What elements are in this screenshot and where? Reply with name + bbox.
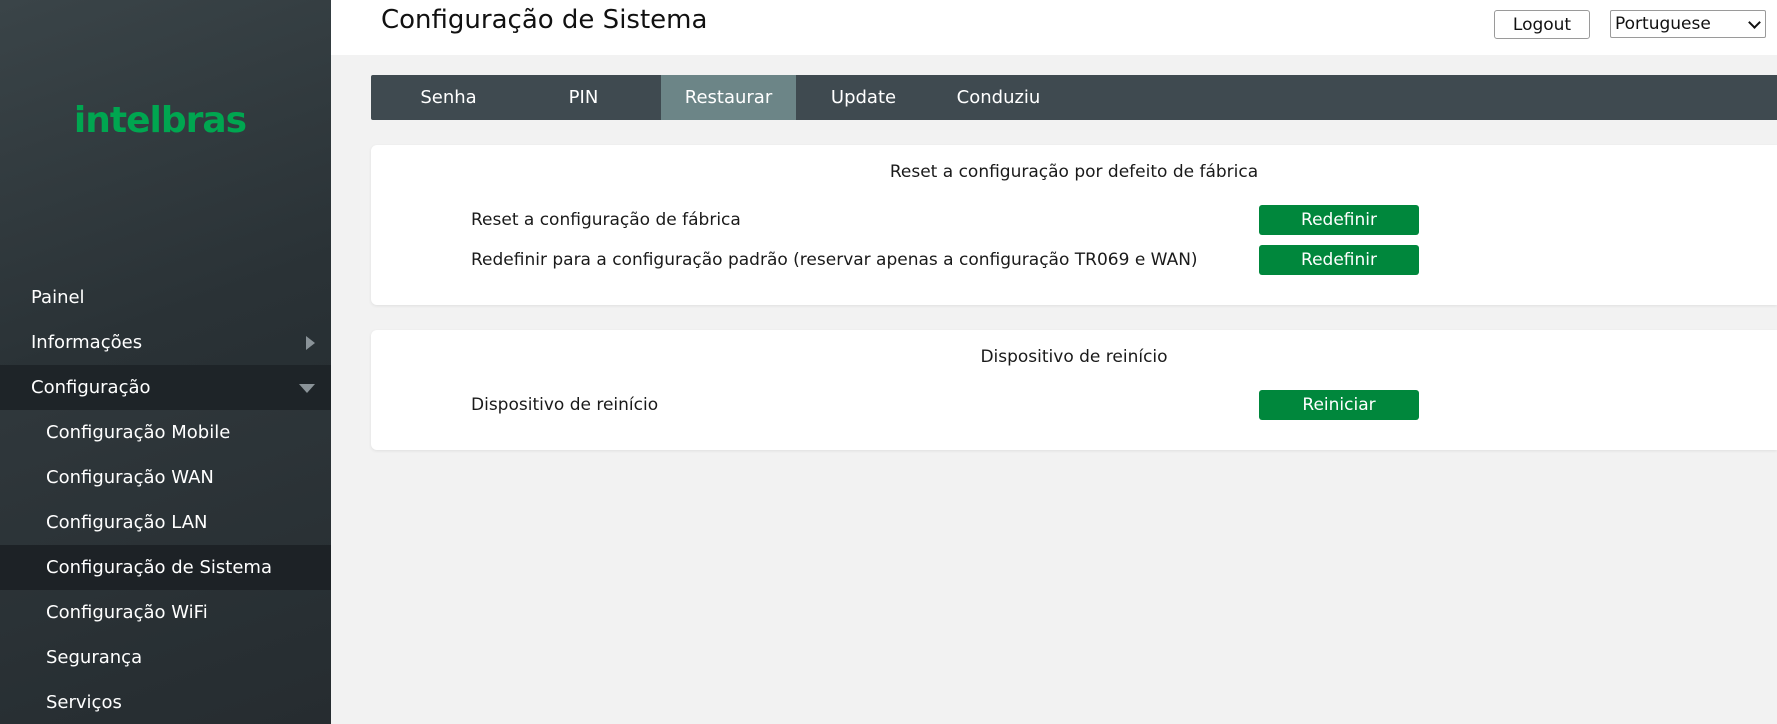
sidebar-item-label: Configuração (31, 377, 151, 398)
chevron-right-icon (306, 336, 315, 350)
sidebar-subitem-sistema[interactable]: Configuração de Sistema (0, 545, 331, 590)
sidebar-item-label: Informações (31, 332, 143, 353)
reboot-card: Dispositivo de reinício Dispositivo de r… (371, 330, 1777, 450)
language-selected-value: Portuguese (1615, 14, 1711, 34)
default-reset-button[interactable]: Redefinir (1259, 245, 1419, 275)
sidebar-subitem-mobile[interactable]: Configuração Mobile (0, 410, 331, 455)
sidebar-subitem-wan[interactable]: Configuração WAN (0, 455, 331, 500)
factory-reset-label: Reset a configuração de fábrica (471, 210, 741, 230)
reboot-button[interactable]: Reiniciar (1259, 390, 1419, 420)
chevron-down-icon (299, 384, 315, 393)
sidebar-subitem-label: Segurança (46, 647, 143, 668)
tab-pin[interactable]: PIN (516, 75, 651, 120)
sidebar-subitem-servicos[interactable]: Serviços (0, 680, 331, 724)
sidebar: intelbras Painel Informações Configuraçã… (0, 0, 331, 724)
sidebar-subitem-lan[interactable]: Configuração LAN (0, 500, 331, 545)
sidebar-subitem-label: Serviços (46, 692, 122, 713)
top-header: Configuração de Sistema Logout Portugues… (331, 0, 1777, 55)
chevron-down-icon (1748, 16, 1761, 29)
sidebar-subitem-label: Configuração LAN (46, 512, 208, 533)
sidebar-subitem-label: Configuração Mobile (46, 422, 231, 443)
sidebar-subitem-label: Configuração de Sistema (46, 557, 272, 578)
sidebar-subitem-seguranca[interactable]: Segurança (0, 635, 331, 680)
sidebar-nav: Painel Informações Configuração Configur… (0, 275, 331, 724)
factory-reset-button[interactable]: Redefinir (1259, 205, 1419, 235)
brand-logo: intelbras (73, 100, 247, 141)
sidebar-item-painel[interactable]: Painel (0, 275, 331, 320)
language-select[interactable]: Portuguese (1610, 10, 1766, 38)
tab-senha[interactable]: Senha (381, 75, 516, 120)
page-title: Configuração de Sistema (381, 5, 708, 35)
sidebar-subitem-label: Configuração WAN (46, 467, 214, 488)
tab-conduziu[interactable]: Conduziu (931, 75, 1066, 120)
tab-restaurar[interactable]: Restaurar (661, 75, 796, 120)
sidebar-item-configuracao[interactable]: Configuração (0, 365, 331, 410)
factory-reset-card: Reset a configuração por defeito de fábr… (371, 145, 1777, 305)
reboot-label: Dispositivo de reinício (471, 395, 659, 415)
sidebar-subitem-label: Configuração WiFi (46, 602, 208, 623)
card-title: Dispositivo de reinício (980, 347, 1168, 367)
card-title: Reset a configuração por defeito de fábr… (889, 162, 1259, 182)
logout-button[interactable]: Logout (1494, 10, 1590, 39)
sidebar-subitem-wifi[interactable]: Configuração WiFi (0, 590, 331, 635)
sidebar-item-label: Painel (31, 287, 85, 308)
sidebar-item-informacoes[interactable]: Informações (0, 320, 331, 365)
tab-update[interactable]: Update (796, 75, 931, 120)
tab-bar: Senha PIN Restaurar Update Conduziu (371, 75, 1777, 120)
app-root: intelbras Painel Informações Configuraçã… (0, 0, 1777, 724)
default-reset-label: Redefinir para a configuração padrão (re… (471, 250, 1198, 270)
